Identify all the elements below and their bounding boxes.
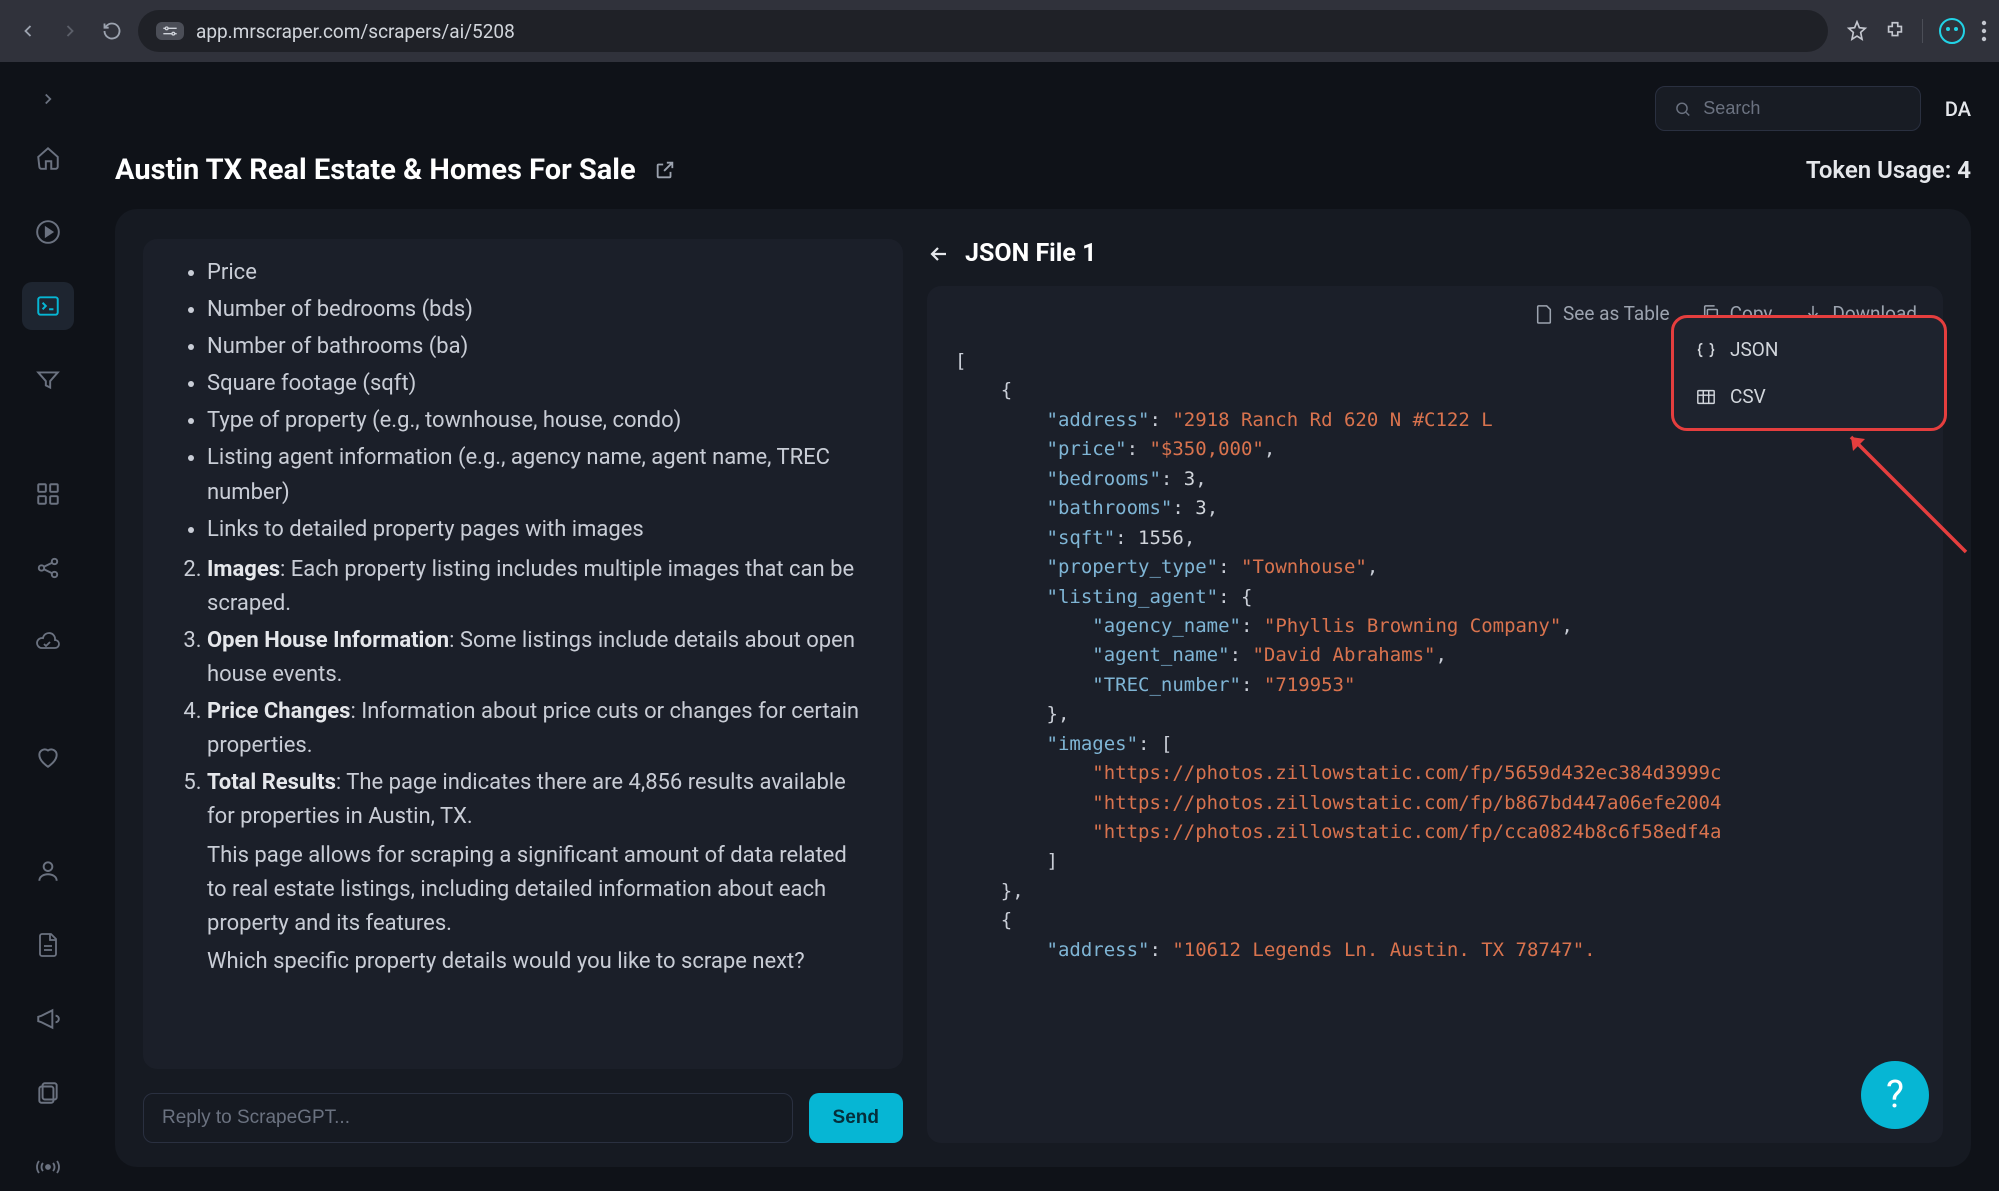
list-item: Square footage (sqft): [207, 367, 871, 401]
chat-panel: PriceNumber of bedrooms (bds)Number of b…: [143, 239, 903, 1143]
help-button[interactable]: ?: [1861, 1061, 1929, 1129]
list-item: Links to detailed property pages with im…: [207, 513, 871, 547]
sidebar-item-filter[interactable]: [22, 356, 74, 404]
dropdown-item-csv[interactable]: CSV: [1674, 373, 1944, 420]
chat-body: PriceNumber of bedrooms (bds)Number of b…: [143, 239, 903, 1069]
table-icon: [1696, 388, 1716, 406]
page-title: Austin TX Real Estate & Homes For Sale: [115, 153, 676, 187]
sidebar-item-cloud[interactable]: [22, 618, 74, 666]
token-usage: Token Usage: 4: [1806, 156, 1971, 184]
json-header: JSON File 1: [927, 239, 1943, 268]
token-count: 4: [1957, 156, 1971, 184]
forward-button[interactable]: [54, 15, 86, 47]
divider: [1922, 19, 1923, 43]
browser-chrome: app.mrscraper.com/scrapers/ai/5208: [0, 0, 1999, 62]
sidebar-item-pages[interactable]: [22, 1069, 74, 1117]
site-settings-icon[interactable]: [156, 22, 184, 40]
token-label: Token Usage:: [1806, 156, 1957, 184]
json-title: JSON File 1: [965, 239, 1096, 268]
json-panel: JSON File 1 See as Table Copy: [927, 239, 1943, 1143]
sidebar-item-document[interactable]: [22, 921, 74, 969]
list-item: Price: [207, 256, 871, 290]
chat-input-row: Send: [143, 1093, 903, 1143]
send-button[interactable]: Send: [809, 1093, 903, 1143]
url-text: app.mrscraper.com/scrapers/ai/5208: [196, 20, 515, 43]
help-label: ?: [1886, 1073, 1904, 1117]
back-button[interactable]: [12, 15, 44, 47]
bullet-list: PriceNumber of bedrooms (bds)Number of b…: [175, 256, 871, 547]
sidebar-item-play[interactable]: [22, 208, 74, 256]
chat-input[interactable]: [143, 1093, 793, 1143]
list-item: Number of bathrooms (ba): [207, 330, 871, 364]
dropdown-item-json[interactable]: JSON: [1674, 326, 1944, 373]
chat-question: Which specific property details would yo…: [207, 945, 871, 979]
search-input[interactable]: [1703, 98, 1902, 119]
main-content: DA Austin TX Real Estate & Homes For Sal…: [95, 62, 1999, 1191]
sidebar-item-share[interactable]: [22, 544, 74, 592]
bookmark-icon[interactable]: [1846, 20, 1868, 42]
see-table-button[interactable]: See as Table: [1535, 302, 1670, 325]
chat-paragraph: This page allows for scraping a signific…: [207, 839, 871, 941]
sidebar-item-terminal[interactable]: [22, 282, 74, 330]
list-item: Listing agent information (e.g., agency …: [207, 441, 871, 509]
list-item: Total Results: The page indicates there …: [207, 766, 871, 834]
page-title-text: Austin TX Real Estate & Homes For Sale: [115, 153, 636, 187]
page-header: Austin TX Real Estate & Homes For Sale T…: [115, 153, 1971, 187]
list-item: Price Changes: Information about price c…: [207, 695, 871, 763]
sidebar-item-heart[interactable]: [22, 733, 74, 781]
list-item: Images: Each property listing includes m…: [207, 553, 871, 621]
list-item: Number of bedrooms (bds): [207, 293, 871, 327]
search-box[interactable]: [1655, 86, 1921, 131]
menu-icon[interactable]: [1981, 20, 1987, 42]
sidebar: [0, 62, 95, 1191]
list-item: Open House Information: Some listings in…: [207, 624, 871, 692]
content-card: PriceNumber of bedrooms (bds)Number of b…: [115, 209, 1971, 1167]
back-arrow-icon[interactable]: [927, 242, 951, 266]
sidebar-item-home[interactable]: [22, 134, 74, 182]
url-bar[interactable]: app.mrscraper.com/scrapers/ai/5208: [138, 10, 1828, 52]
sidebar-toggle-icon[interactable]: [39, 90, 57, 108]
list-item: Type of property (e.g., townhouse, house…: [207, 404, 871, 438]
search-icon: [1674, 99, 1691, 119]
json-code[interactable]: [ { "address": "2918 Ranch Rd 620 N #C12…: [927, 337, 1943, 1143]
external-link-icon[interactable]: [654, 159, 676, 181]
topbar: DA: [115, 86, 1971, 131]
numbered-list: Images: Each property listing includes m…: [175, 553, 871, 835]
braces-icon: [1696, 341, 1716, 359]
sidebar-item-broadcast[interactable]: [22, 1143, 74, 1191]
profile-icon[interactable]: [1939, 18, 1965, 44]
extensions-icon[interactable]: [1884, 20, 1906, 42]
sidebar-item-megaphone[interactable]: [22, 995, 74, 1043]
file-icon: [1535, 304, 1553, 324]
sidebar-item-grid[interactable]: [22, 470, 74, 518]
sidebar-item-user[interactable]: [22, 847, 74, 895]
reload-button[interactable]: [96, 15, 128, 47]
download-dropdown: JSON CSV: [1671, 315, 1947, 431]
user-badge[interactable]: DA: [1945, 97, 1971, 121]
annotation-arrow: [1831, 417, 1971, 557]
